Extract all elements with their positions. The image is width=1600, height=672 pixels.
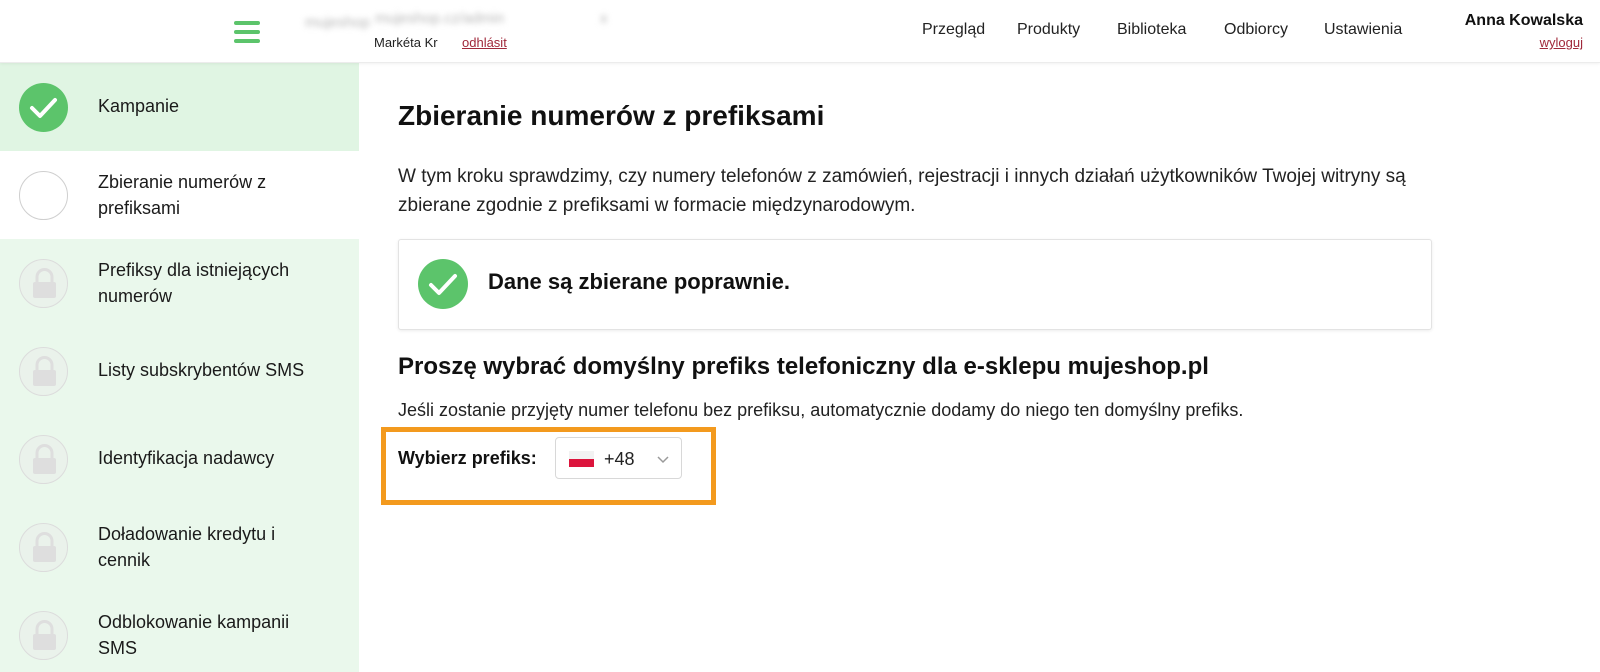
- sidebar-step-label: Doładowanie kredytu i cennik: [98, 524, 276, 570]
- sidebar-step-zbieranie[interactable]: Zbieranie numerów z prefiksami: [0, 151, 359, 239]
- user-name: Anna Kowalska: [1464, 12, 1583, 29]
- poland-flag-icon: [569, 451, 594, 467]
- step-description: W tym kroku sprawdzimy, czy numery telef…: [398, 166, 1406, 216]
- sidebar-step-label: Zbieranie numerów z prefiksami: [98, 172, 267, 218]
- prefix-select[interactable]: +48: [555, 437, 682, 479]
- blurred-shop-logo: mujeshop: [305, 14, 371, 31]
- prefix-label: Wybierz prefiks:: [398, 448, 537, 468]
- check-icon: [19, 83, 68, 132]
- nav-produkty[interactable]: Produkty: [1017, 21, 1080, 39]
- user-logout-link[interactable]: wyloguj: [1540, 35, 1583, 50]
- nav-przeglad[interactable]: Przegląd: [922, 21, 985, 39]
- sidebar-step-label: Odblokowanie kampanii SMS: [98, 612, 290, 658]
- sidebar-step-label: Listy subskrybentów SMS: [98, 360, 305, 380]
- chevron-down-icon: [657, 456, 669, 464]
- sidebar-step-label: Identyfikacja nadawcy: [98, 448, 275, 468]
- status-box: Dane są zbierane poprawnie.: [398, 239, 1432, 330]
- lock-icon: [19, 347, 68, 396]
- section-subtitle: Proszę wybrać domyślny prefiks telefonic…: [398, 353, 1209, 380]
- page-title: Zbieranie numerów z prefiksami: [398, 100, 825, 131]
- sidebar-step-label: Kampanie: [98, 96, 180, 116]
- sidebar-step-prefiksy[interactable]: Prefiksy dla istniejących numerów: [0, 239, 359, 327]
- sidebar-step-label: Prefiksy dla istniejących numerów: [98, 260, 290, 306]
- nav-biblioteka[interactable]: Biblioteka: [1117, 21, 1186, 39]
- lock-icon: [19, 259, 68, 308]
- lock-icon: [19, 523, 68, 572]
- account-logout-link[interactable]: odhlásit: [462, 35, 507, 50]
- account-name: Markéta Kr: [374, 35, 438, 50]
- steps-sidebar: Kampanie Zbieranie numerów z prefiksami …: [0, 63, 359, 672]
- status-message: Dane są zbierane poprawnie.: [488, 269, 790, 294]
- blurred-shop-url: mujeshop.cz/admin: [375, 10, 505, 27]
- success-check-icon: [418, 259, 468, 309]
- sidebar-step-doladowanie[interactable]: Doładowanie kredytu i cennik: [0, 503, 359, 591]
- prefix-value: +48: [604, 449, 635, 469]
- hamburger-menu-icon[interactable]: [234, 21, 260, 43]
- sidebar-step-kampanie[interactable]: Kampanie: [0, 63, 359, 151]
- nav-ustawienia[interactable]: Ustawienia: [1324, 21, 1402, 39]
- blurred-mark: x: [600, 10, 608, 27]
- lock-icon: [19, 435, 68, 484]
- top-header: mujeshop mujeshop.cz/admin x Markéta Kr …: [0, 0, 1600, 63]
- lock-icon: [19, 611, 68, 660]
- sidebar-step-odblokowanie[interactable]: Odblokowanie kampanii SMS: [0, 591, 359, 672]
- sidebar-step-listy[interactable]: Listy subskrybentów SMS: [0, 327, 359, 415]
- empty-circle-icon: [19, 171, 68, 220]
- nav-odbiorcy[interactable]: Odbiorcy: [1224, 21, 1288, 39]
- sidebar-step-identyfikacja[interactable]: Identyfikacja nadawcy: [0, 415, 359, 503]
- section-hint: Jeśli zostanie przyjęty numer telefonu b…: [398, 400, 1244, 420]
